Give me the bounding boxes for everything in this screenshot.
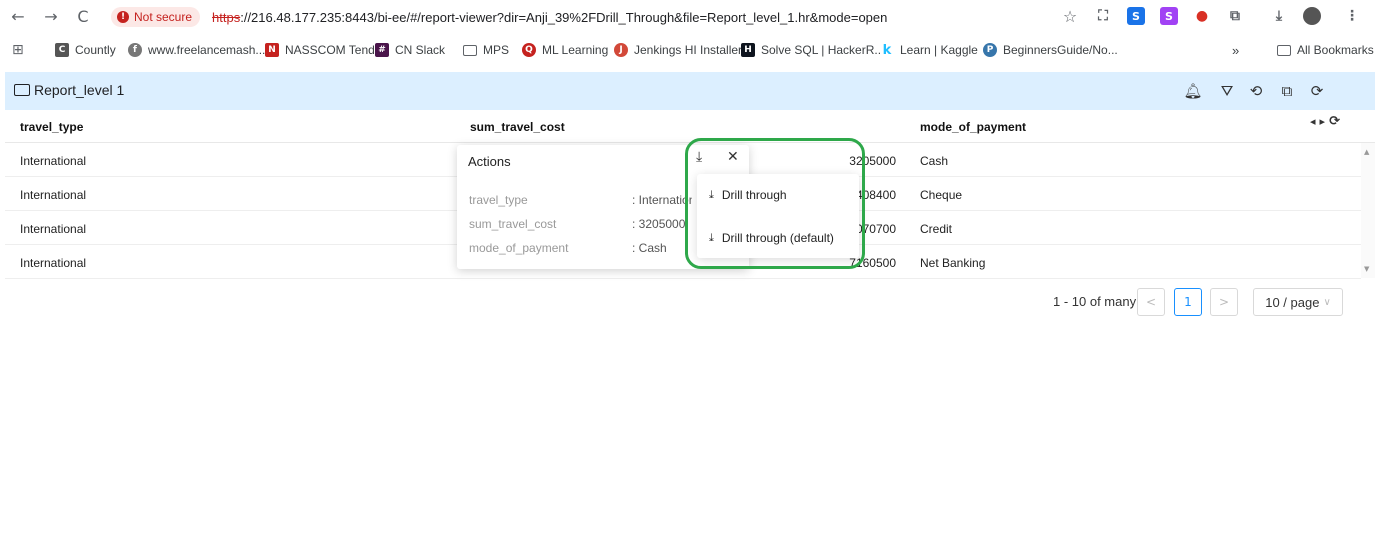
action-field-value: : International	[632, 193, 692, 207]
back-button[interactable]: ←	[8, 6, 28, 26]
bookmark-nasscom[interactable]: N NASSCOM Tender	[265, 41, 385, 59]
countly-icon: C	[55, 43, 69, 57]
cell-sum-travel-cost: 3205000	[849, 154, 896, 168]
menu-item-label: Drill through	[721, 188, 787, 202]
apps-grid-icon[interactable]: ⊞	[12, 41, 24, 59]
column-header-travel-type[interactable]: travel_type	[20, 120, 83, 134]
extensions-puzzle-icon[interactable]: ⧉	[1226, 7, 1244, 25]
security-label: Not secure	[134, 10, 193, 24]
bookmark-jenkins[interactable]: J Jenkings HI Installer	[614, 41, 742, 59]
refresh-icon[interactable]: ⟳	[1306, 81, 1328, 101]
cell-mode-of-payment: Cheque	[920, 188, 963, 202]
security-chip[interactable]: ! Not secure	[111, 7, 201, 27]
pager-summary: 1 - 10 of many	[1053, 294, 1137, 309]
bookmark-kaggle[interactable]: k Learn | Kaggle	[880, 41, 978, 59]
extension-tomato-icon[interactable]: ●	[1193, 7, 1211, 25]
action-field-value: : 3205000	[632, 217, 686, 231]
bookmark-beginnersguide[interactable]: P BeginnersGuide/No...	[983, 41, 1118, 59]
cell-travel-type: International	[20, 154, 87, 168]
action-field-label: mode_of_payment	[469, 241, 569, 255]
prev-page-button[interactable]: <	[1137, 288, 1165, 316]
download-icon: ⤓	[709, 231, 714, 244]
filter-icon[interactable]: ⛛	[1216, 81, 1238, 101]
menu-item-drill-through-default[interactable]: ⤓ Drill through (default)	[709, 231, 834, 245]
scroll-up-icon[interactable]: ▲	[1364, 148, 1369, 156]
bookmark-star-icon[interactable]: ☆	[1060, 6, 1080, 26]
download-icon[interactable]: ⤓	[696, 149, 702, 165]
close-icon[interactable]: ✕	[727, 149, 739, 165]
cell-travel-type: International	[20, 256, 87, 270]
nasscom-icon: N	[265, 43, 279, 57]
actions-popup-controls: ⤓ ✕	[690, 149, 750, 171]
vertical-scrollbar[interactable]: ▲ ▼	[1361, 143, 1375, 278]
folder-icon	[14, 84, 30, 96]
drill-through-menu: ⤓ Drill through ⤓ Drill through (default…	[697, 174, 859, 258]
scroll-left-icon[interactable]: ◂	[1310, 115, 1316, 128]
bookmark-hackerrank[interactable]: H Solve SQL | HackerR...	[741, 41, 884, 59]
bookmark-countly[interactable]: C Countly	[55, 41, 116, 59]
url-rest: ://216.48.177.235:8443/bi-ee/#/report-vi…	[240, 9, 888, 25]
next-page-button[interactable]: >	[1210, 288, 1238, 316]
bell-icon[interactable]: 🔔︎	[1182, 81, 1204, 101]
scroll-down-icon[interactable]: ▼	[1364, 265, 1369, 273]
page-size-value: 10 / page	[1265, 294, 1320, 310]
report-title: Report_level 1	[14, 82, 124, 98]
column-header-sum-travel-cost[interactable]: sum_travel_cost	[470, 120, 565, 134]
slack-icon: #	[375, 43, 389, 57]
bookmarks-more[interactable]: »	[1232, 41, 1239, 59]
cell-travel-type: International	[20, 222, 87, 236]
download-icon: ⤓	[709, 188, 714, 201]
actions-title: Actions	[468, 154, 511, 169]
python-icon: P	[983, 43, 997, 57]
forward-button[interactable]: →	[41, 6, 61, 26]
menu-item-drill-through[interactable]: ⤓ Drill through	[709, 188, 787, 202]
all-bookmarks[interactable]: All Bookmarks	[1277, 41, 1374, 59]
menu-item-label: Drill through (default)	[721, 231, 834, 245]
extension-icon[interactable]: ⛶	[1094, 7, 1112, 25]
url-text[interactable]: https://216.48.177.235:8443/bi-ee/#/repo…	[212, 10, 887, 25]
browser-toolbar: ← → C ! Not secure https://216.48.177.23…	[0, 0, 1375, 33]
folder-icon	[463, 44, 477, 56]
profile-avatar[interactable]	[1303, 7, 1321, 25]
action-field-label: travel_type	[469, 193, 528, 207]
bookmark-ml-learning[interactable]: Q ML Learning	[522, 41, 608, 59]
cell-travel-type: International	[20, 188, 87, 202]
column-header-mode-of-payment[interactable]: mode_of_payment	[920, 120, 1026, 134]
export-icon[interactable]: ⧉	[1276, 81, 1298, 101]
downloads-icon[interactable]: ⤓	[1270, 7, 1288, 25]
cell-mode-of-payment: Cash	[920, 154, 949, 168]
history-icon[interactable]: ⟲	[1245, 81, 1267, 101]
url-scheme: https	[212, 9, 241, 25]
chevron-down-icon: ∨	[1323, 296, 1331, 308]
browser-menu-icon[interactable]: ⋮	[1343, 7, 1361, 25]
jenkins-icon: J	[614, 43, 628, 57]
bookmarks-bar: ⊞ C Countly f www.freelancemash... N NASSCO…	[0, 34, 1375, 66]
scroll-right-icon[interactable]: ▸	[1320, 115, 1326, 128]
action-field-label: sum_travel_cost	[469, 217, 557, 231]
folder-icon	[1277, 44, 1291, 56]
column-controls: ◂ ▸ ⟳	[1310, 112, 1370, 130]
kaggle-icon: k	[880, 43, 894, 58]
cell-mode-of-payment: Net Banking	[920, 256, 986, 270]
extension-s-purple-icon[interactable]: S	[1160, 7, 1178, 25]
page-size-select[interactable]: 10 / page ∨	[1253, 288, 1343, 316]
warning-icon: !	[117, 11, 129, 23]
report-header: Report_level 1 🔔︎ ⛛ ⟲ ⧉ ⟳	[5, 72, 1375, 110]
page-1-button[interactable]: 1	[1174, 288, 1202, 316]
grid-header: travel_type sum_travel_cost mode_of_paym…	[5, 110, 1375, 143]
cell-sum-travel-cost: 7160500	[849, 256, 896, 270]
bookmark-cn-slack[interactable]: # CN Slack	[375, 41, 445, 59]
hackerrank-icon: H	[741, 43, 755, 57]
address-bar[interactable]: ! Not secure https://216.48.177.235:8443…	[107, 4, 1090, 30]
bookmark-mps[interactable]: MPS	[463, 41, 509, 59]
reload-button[interactable]: C	[73, 6, 93, 26]
action-field-value: : Cash	[632, 241, 667, 255]
ml-icon: Q	[522, 43, 536, 57]
cell-mode-of-payment: Credit	[920, 222, 953, 236]
bookmark-freelancemash[interactable]: f www.freelancemash...	[128, 41, 265, 59]
report-title-text: Report_level 1	[34, 82, 125, 98]
reset-icon[interactable]: ⟳	[1329, 114, 1340, 129]
extension-s-blue-icon[interactable]: S	[1127, 7, 1145, 25]
freelance-icon: f	[128, 43, 142, 57]
